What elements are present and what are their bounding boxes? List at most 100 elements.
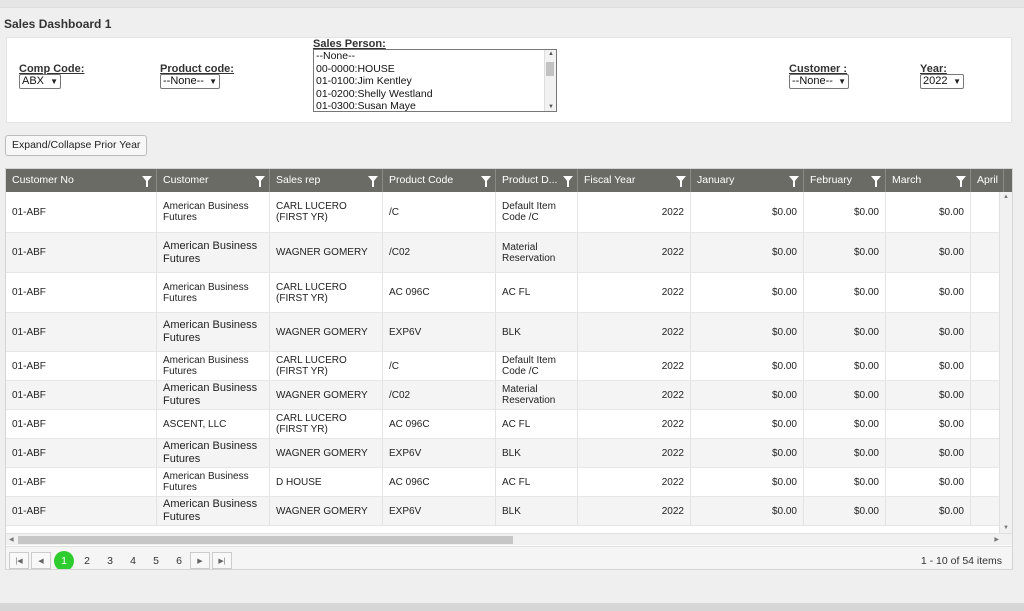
cell-february: $0.00 bbox=[804, 192, 886, 232]
scroll-down-icon[interactable]: ▼ bbox=[548, 104, 554, 110]
table-row[interactable]: 01-ABF American Business Futures WAGNER GO… bbox=[6, 381, 1001, 410]
scroll-up-icon[interactable]: ▲ bbox=[548, 51, 554, 57]
bottom-scrollbar[interactable] bbox=[0, 603, 1024, 611]
cell-march: $0.00 bbox=[886, 410, 971, 438]
table-row[interactable]: 01-ABF American Business Futures WAGNER GO… bbox=[6, 313, 1001, 352]
cell-customer-no: 01-ABF bbox=[6, 313, 157, 351]
cell-sales-rep: WAGNER GOMERY bbox=[270, 439, 383, 467]
scroll-right-icon[interactable]: ▶ bbox=[994, 536, 999, 543]
page-number[interactable]: 6 bbox=[169, 551, 189, 569]
table-row[interactable]: 01-ABF American Business Futures CARL LUCE… bbox=[6, 352, 1001, 381]
table-row[interactable]: 01-ABF American Business Futures CARL LUCE… bbox=[6, 273, 1001, 313]
column-header-label: January bbox=[697, 174, 735, 186]
cell-february: $0.00 bbox=[804, 439, 886, 467]
cell-product-desc: AC FL bbox=[496, 468, 578, 496]
filter-icon[interactable] bbox=[563, 176, 573, 187]
column-header-january[interactable]: January bbox=[691, 169, 804, 192]
page-number[interactable]: 5 bbox=[146, 551, 166, 569]
product-code-select[interactable]: --None-- ▼ bbox=[160, 74, 220, 89]
listbox-option[interactable]: --None-- bbox=[314, 50, 556, 63]
cell-january: $0.00 bbox=[691, 233, 804, 272]
cell-february: $0.00 bbox=[804, 273, 886, 312]
table-row[interactable]: 01-ABF American Business Futures WAGNER GO… bbox=[6, 497, 1001, 526]
sales-person-listbox[interactable]: --None-- 00-0000:HOUSE 01-0100:Jim Kentl… bbox=[313, 49, 557, 112]
cell-product-code: /C bbox=[383, 352, 496, 380]
scroll-up-icon[interactable]: ▲ bbox=[1003, 194, 1009, 200]
cell-customer: American Business Futures bbox=[157, 468, 270, 496]
listbox-option[interactable]: 01-0100:Jim Kentley bbox=[314, 75, 556, 88]
column-header-label: Sales rep bbox=[276, 174, 321, 186]
table-row[interactable]: 01-ABF ASCENT, LLC CARL LUCERO (FIRST YR) A… bbox=[6, 410, 1001, 439]
cell-product-code: AC 096C bbox=[383, 273, 496, 312]
table-row[interactable]: 01-ABF American Business Futures D HOUSE AC… bbox=[6, 468, 1001, 497]
scroll-down-icon[interactable]: ▼ bbox=[1003, 525, 1009, 531]
page-number[interactable]: 4 bbox=[123, 551, 143, 569]
vertical-scrollbar[interactable]: ▲ ▼ bbox=[999, 192, 1012, 533]
cell-fiscal-year: 2022 bbox=[578, 233, 691, 272]
cell-fiscal-year: 2022 bbox=[578, 273, 691, 312]
prev-page-icon[interactable]: ◀ bbox=[31, 552, 51, 569]
next-page-icon[interactable]: ▶ bbox=[190, 552, 210, 569]
scrollbar-thumb[interactable] bbox=[546, 62, 554, 76]
filter-icon[interactable] bbox=[142, 176, 152, 187]
column-header-product-desc[interactable]: Product D... bbox=[496, 169, 578, 192]
column-header-customer-no[interactable]: Customer No bbox=[6, 169, 157, 192]
cell-customer-no: 01-ABF bbox=[6, 381, 157, 409]
year-select[interactable]: 2022 ▼ bbox=[920, 74, 964, 89]
cell-april bbox=[971, 468, 1001, 496]
chevron-down-icon: ▼ bbox=[50, 77, 58, 86]
filter-icon[interactable] bbox=[481, 176, 491, 187]
last-page-icon[interactable]: ▶| bbox=[212, 552, 232, 569]
page-title: Sales Dashboard 1 bbox=[4, 17, 112, 31]
cell-customer: American Business Futures bbox=[157, 439, 270, 467]
page-number[interactable]: 1 bbox=[54, 551, 74, 569]
column-header-march[interactable]: March bbox=[886, 169, 971, 192]
scroll-left-icon[interactable]: ◀ bbox=[9, 536, 14, 543]
column-header-april[interactable]: April bbox=[971, 169, 1004, 192]
horizontal-scrollbar[interactable]: ◀ ▶ bbox=[6, 533, 1012, 545]
column-header-product-code[interactable]: Product Code bbox=[383, 169, 496, 192]
cell-sales-rep: WAGNER GOMERY bbox=[270, 313, 383, 351]
cell-february: $0.00 bbox=[804, 468, 886, 496]
listbox-option[interactable]: 01-0300:Susan Maye bbox=[314, 100, 556, 111]
cell-february: $0.00 bbox=[804, 233, 886, 272]
column-header-february[interactable]: February bbox=[804, 169, 886, 192]
cell-january: $0.00 bbox=[691, 439, 804, 467]
filter-icon[interactable] bbox=[368, 176, 378, 187]
cell-sales-rep: CARL LUCERO (FIRST YR) bbox=[270, 192, 383, 232]
cell-customer-no: 01-ABF bbox=[6, 410, 157, 438]
cell-product-code: EXP6V bbox=[383, 497, 496, 525]
cell-april bbox=[971, 313, 1001, 351]
first-page-icon[interactable]: |◀ bbox=[9, 552, 29, 569]
column-header-fiscal-year[interactable]: Fiscal Year bbox=[578, 169, 691, 192]
cell-fiscal-year: 2022 bbox=[578, 439, 691, 467]
cell-february: $0.00 bbox=[804, 381, 886, 409]
listbox-option[interactable]: 00-0000:HOUSE bbox=[314, 63, 556, 76]
cell-fiscal-year: 2022 bbox=[578, 468, 691, 496]
expand-collapse-button[interactable]: Expand/Collapse Prior Year bbox=[5, 135, 148, 156]
cell-product-desc: AC FL bbox=[496, 410, 578, 438]
filter-icon[interactable] bbox=[789, 176, 799, 187]
column-header-label: April bbox=[977, 174, 999, 186]
table-row[interactable]: 01-ABF American Business Futures CARL LUCE… bbox=[6, 192, 1001, 233]
customer-value: --None-- bbox=[792, 75, 833, 87]
comp-code-select[interactable]: ABX ▼ bbox=[19, 74, 61, 89]
scrollbar-thumb[interactable] bbox=[18, 536, 513, 544]
page-number[interactable]: 3 bbox=[100, 551, 120, 569]
cell-product-desc: Material Reservation bbox=[496, 233, 578, 272]
column-header-sales-rep[interactable]: Sales rep bbox=[270, 169, 383, 192]
listbox-option[interactable]: 01-0200:Shelly Westland bbox=[314, 88, 556, 101]
filter-icon[interactable] bbox=[676, 176, 686, 187]
filter-icon[interactable] bbox=[255, 176, 265, 187]
column-header-customer[interactable]: Customer bbox=[157, 169, 270, 192]
listbox-scrollbar[interactable]: ▲ ▼ bbox=[544, 50, 556, 111]
cell-product-code: EXP6V bbox=[383, 439, 496, 467]
table-row[interactable]: 01-ABF American Business Futures WAGNER GO… bbox=[6, 439, 1001, 468]
page-number[interactable]: 2 bbox=[77, 551, 97, 569]
table-row[interactable]: 01-ABF American Business Futures WAGNER GO… bbox=[6, 233, 1001, 273]
cell-fiscal-year: 2022 bbox=[578, 313, 691, 351]
cell-fiscal-year: 2022 bbox=[578, 381, 691, 409]
filter-icon[interactable] bbox=[871, 176, 881, 187]
customer-select[interactable]: --None-- ▼ bbox=[789, 74, 849, 89]
filter-icon[interactable] bbox=[956, 176, 966, 187]
